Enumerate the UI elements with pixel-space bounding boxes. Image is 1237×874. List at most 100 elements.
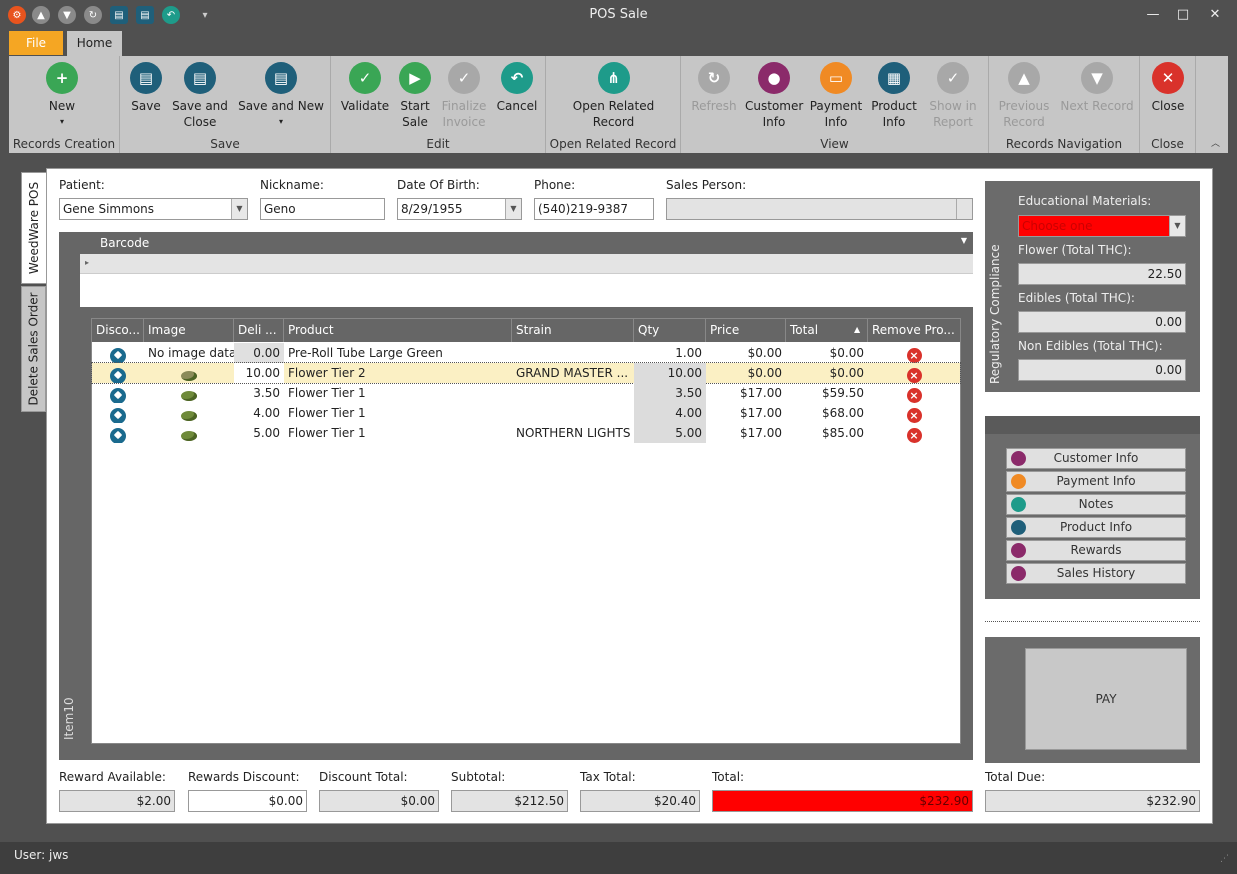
sales-person-combobox[interactable] — [666, 198, 973, 220]
nickname-field[interactable]: Geno — [260, 198, 385, 220]
qty-cell[interactable]: 10.00 — [634, 363, 706, 383]
close-button[interactable]: ✕ Close — [1148, 60, 1188, 114]
strain-cell — [512, 383, 634, 403]
plus-icon: + — [46, 62, 78, 94]
deli-cell[interactable]: 4.00 — [234, 403, 284, 423]
qty-cell[interactable]: 1.00 — [634, 343, 706, 363]
side-customer-info-button[interactable]: Customer Info — [1006, 448, 1186, 469]
deli-cell[interactable]: 10.00 — [234, 363, 284, 383]
table-row[interactable]: 4.00 Flower Tier 1 4.00 $17.00 $68.00 × — [92, 403, 960, 423]
remove-icon[interactable]: × — [906, 408, 922, 423]
side-notes-button[interactable]: Notes — [1006, 494, 1186, 515]
chevron-down-icon[interactable]: ▼ — [231, 199, 247, 219]
discount-tag-icon[interactable] — [110, 368, 126, 383]
table-row[interactable]: 5.00 Flower Tier 1 NORTHERN LIGHTS 5.00 … — [92, 423, 960, 443]
chevron-down-icon[interactable]: ▼ — [1169, 216, 1185, 236]
side-rewards-button[interactable]: Rewards — [1006, 540, 1186, 561]
group-navigation: ▲ Previous Record ▼ Next Record Records … — [989, 56, 1140, 153]
side-sales-history-button[interactable]: Sales History — [1006, 563, 1186, 584]
non-edibles-thc-label: Non Edibles (Total THC): — [1018, 339, 1163, 353]
discount-tag-icon[interactable] — [110, 408, 126, 423]
patient-combobox[interactable]: Gene Simmons ▼ — [59, 198, 248, 220]
deli-cell[interactable]: 0.00 — [234, 343, 284, 363]
payment-info-button[interactable]: ▭ Payment Info — [807, 60, 865, 130]
phone-field[interactable]: (540)219-9387 — [534, 198, 654, 220]
barcode-input-row[interactable]: ▸ — [80, 254, 973, 274]
share-icon: ⋔ — [597, 62, 630, 94]
show-in-report-button[interactable]: ✓ Show in Report — [923, 60, 983, 130]
close-window-icon[interactable]: ✕ — [1200, 4, 1230, 26]
open-related-record-button[interactable]: ⋔ Open Related Record — [556, 60, 671, 130]
finalize-invoice-button[interactable]: ✓ Finalize Invoice — [437, 60, 491, 130]
box-icon — [1011, 520, 1026, 535]
product-cell: Flower Tier 2 — [288, 366, 366, 380]
tab-home[interactable]: Home — [67, 31, 122, 56]
dob-label: Date Of Birth: — [397, 178, 480, 192]
remove-icon[interactable]: × — [906, 368, 922, 383]
group-caption: Save — [210, 137, 240, 151]
cancel-button[interactable]: ↶ Cancel — [493, 60, 541, 114]
discount-tag-icon[interactable] — [110, 388, 126, 403]
remove-icon[interactable]: × — [906, 348, 922, 363]
total-cell: $85.00 — [822, 426, 864, 440]
qty-cell[interactable]: 4.00 — [634, 403, 706, 423]
chevron-down-icon[interactable]: ▼ — [961, 236, 967, 245]
deli-cell[interactable]: 3.50 — [234, 383, 284, 403]
maximize-icon[interactable]: □ — [1168, 4, 1198, 26]
new-button[interactable]: + New ▾ — [29, 60, 95, 130]
group-caption: Records Navigation — [1005, 137, 1123, 151]
remove-icon[interactable]: × — [906, 428, 922, 443]
col-remove-product[interactable]: Remove Pro... — [868, 319, 960, 342]
chevron-down-icon[interactable] — [956, 199, 972, 219]
qty-cell[interactable]: 5.00 — [634, 423, 706, 443]
educational-materials-combobox[interactable]: Choose one ▼ — [1018, 215, 1186, 237]
credit-card-icon: ▭ — [820, 62, 852, 94]
resize-grip-icon[interactable]: ⋰ — [1220, 854, 1229, 864]
remove-icon[interactable]: × — [906, 388, 922, 403]
regulatory-compliance-title: Regulatory Compliance — [988, 244, 1002, 384]
col-deli[interactable]: Deli ... — [234, 319, 284, 342]
discount-tag-icon[interactable] — [110, 428, 126, 443]
price-cell: $0.00 — [747, 346, 782, 360]
total-cell: $68.00 — [822, 406, 864, 420]
validate-button[interactable]: ✓ Validate — [339, 60, 391, 114]
title-bar: ⚙ ▲ ▼ ↻ ▤ ▤ ↶ ▾ POS Sale — □ ✕ — [0, 0, 1237, 30]
pay-button[interactable]: PAY — [1025, 648, 1187, 750]
col-product[interactable]: Product — [284, 319, 512, 342]
product-info-button[interactable]: ▦ Product Info — [869, 60, 919, 130]
dob-field[interactable]: 8/29/1955 ▼ — [397, 198, 522, 220]
deli-cell[interactable]: 5.00 — [234, 423, 284, 443]
start-sale-button[interactable]: ▶ Start Sale — [395, 60, 435, 130]
trophy-icon — [1011, 566, 1026, 581]
tab-delete-sales-order[interactable]: Delete Sales Order — [21, 286, 46, 412]
save-and-new-button[interactable]: ▤ Save and New ▾ — [234, 60, 328, 130]
row-indicator-icon: ▸ — [85, 258, 90, 267]
save-button[interactable]: ▤ Save — [126, 60, 166, 114]
tab-file[interactable]: File — [9, 31, 63, 55]
save-and-close-button[interactable]: ▤ Save and Close — [170, 60, 230, 130]
table-row[interactable]: No image data 0.00 Pre-Roll Tube Large G… — [92, 343, 960, 363]
table-row[interactable]: 10.00 Flower Tier 2 GRAND MASTER ... 10.… — [91, 362, 961, 384]
credit-card-icon — [1011, 474, 1026, 489]
side-product-info-button[interactable]: Product Info — [1006, 517, 1186, 538]
discount-tag-icon[interactable] — [110, 348, 126, 363]
qty-cell[interactable]: 3.50 — [634, 383, 706, 403]
next-record-button[interactable]: ▼ Next Record — [1057, 60, 1137, 114]
col-image[interactable]: Image — [144, 319, 234, 342]
col-qty[interactable]: Qty — [634, 319, 706, 342]
rewards-discount-field[interactable]: $0.00 — [188, 790, 307, 812]
collapse-ribbon-icon[interactable]: ︿ — [1211, 136, 1220, 149]
col-strain[interactable]: Strain — [512, 319, 634, 342]
minimize-icon[interactable]: — — [1138, 4, 1168, 26]
phone-label: Phone: — [534, 178, 576, 192]
group-edit: ✓ Validate ▶ Start Sale ✓ Finalize Invoi… — [331, 56, 546, 153]
table-row[interactable]: 3.50 Flower Tier 1 3.50 $17.00 $59.50 × — [92, 383, 960, 403]
col-price[interactable]: Price — [706, 319, 786, 342]
tab-weedware-pos[interactable]: WeedWare POS — [21, 172, 46, 284]
customer-info-button[interactable]: ● Customer Info — [745, 60, 803, 130]
refresh-button[interactable]: ↻ Refresh — [687, 60, 741, 114]
col-discount[interactable]: Disco... — [92, 319, 144, 342]
side-payment-info-button[interactable]: Payment Info — [1006, 471, 1186, 492]
chevron-down-icon[interactable]: ▼ — [505, 199, 521, 219]
previous-record-button[interactable]: ▲ Previous Record — [995, 60, 1053, 130]
